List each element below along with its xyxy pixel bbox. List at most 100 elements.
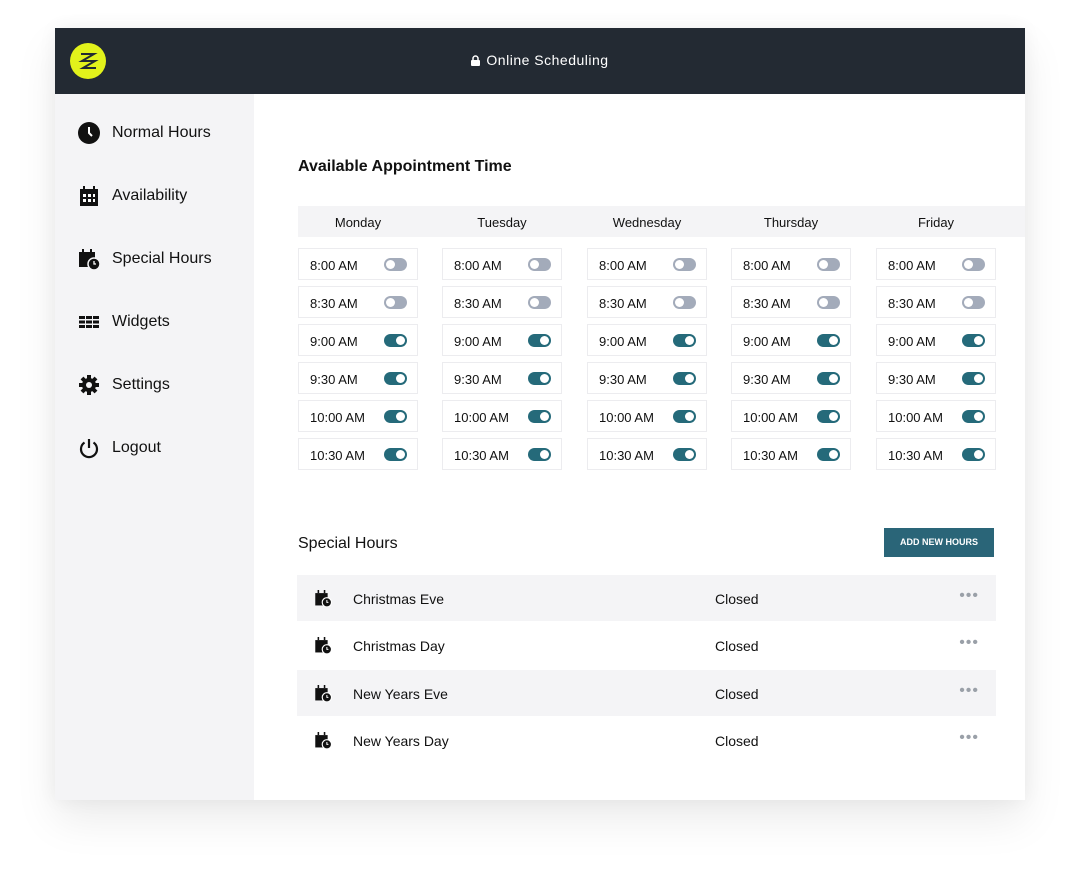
slot-toggle[interactable] xyxy=(384,372,407,385)
time-slot: 8:00 AM xyxy=(298,248,418,280)
time-slot: 10:30 AM xyxy=(731,438,851,470)
slot-toggle[interactable] xyxy=(817,258,840,271)
slot-time: 10:00 AM xyxy=(454,410,509,425)
more-options-icon[interactable]: ••• xyxy=(959,587,979,605)
slot-toggle[interactable] xyxy=(528,448,551,461)
special-hours-status: Closed xyxy=(715,638,759,654)
more-options-icon[interactable]: ••• xyxy=(959,729,979,747)
sidebar-item-settings[interactable]: Settings xyxy=(78,374,170,396)
slot-time: 10:30 AM xyxy=(743,448,798,463)
slot-toggle[interactable] xyxy=(528,258,551,271)
day-header: Tuesday xyxy=(477,215,527,230)
main-content: Available Appointment Time Monday Tuesday… xyxy=(254,94,1025,800)
time-slot: 9:30 AM xyxy=(876,362,996,394)
slot-toggle[interactable] xyxy=(817,334,840,347)
slot-time: 8:30 AM xyxy=(310,296,358,311)
slot-time: 9:00 AM xyxy=(599,334,647,349)
slot-time: 10:00 AM xyxy=(310,410,365,425)
header: Online Scheduling xyxy=(55,28,1025,94)
day-header: Wednesday xyxy=(612,215,682,230)
nav-label: Settings xyxy=(112,376,170,393)
special-hours-name: New Years Eve xyxy=(353,686,448,702)
app-title: Online Scheduling xyxy=(55,52,1025,69)
slot-toggle[interactable] xyxy=(673,334,696,347)
time-slot: 8:00 AM xyxy=(442,248,562,280)
slot-toggle[interactable] xyxy=(673,410,696,423)
lock-icon xyxy=(471,53,481,69)
slot-time: 8:30 AM xyxy=(454,296,502,311)
special-hours-name: New Years Day xyxy=(353,733,449,749)
slot-toggle[interactable] xyxy=(962,334,985,347)
day-header-row: Monday Tuesday Wednesday Thursday Friday xyxy=(298,206,1025,237)
calendar-clock-icon xyxy=(79,249,100,270)
slot-toggle[interactable] xyxy=(528,296,551,309)
time-slot: 8:00 AM xyxy=(876,248,996,280)
slot-time: 8:00 AM xyxy=(743,258,791,273)
slot-toggle[interactable] xyxy=(673,296,696,309)
nav-label: Normal Hours xyxy=(112,124,211,141)
slot-toggle[interactable] xyxy=(962,258,985,271)
slot-toggle[interactable] xyxy=(962,410,985,423)
slot-toggle[interactable] xyxy=(673,258,696,271)
slot-toggle[interactable] xyxy=(528,372,551,385)
clock-icon xyxy=(78,122,100,144)
nav-label: Availability xyxy=(112,187,188,204)
slot-time: 9:30 AM xyxy=(743,372,791,387)
nav-label: Logout xyxy=(112,439,161,456)
add-new-hours-button[interactable]: ADD NEW HOURS xyxy=(884,528,994,557)
slot-time: 10:30 AM xyxy=(310,448,365,463)
grid-icon xyxy=(79,316,99,328)
calendar-clock-icon xyxy=(315,637,332,654)
sidebar-item-special-hours[interactable]: Special Hours xyxy=(78,248,212,270)
sidebar-item-widgets[interactable]: Widgets xyxy=(78,311,170,333)
slot-toggle[interactable] xyxy=(962,372,985,385)
slot-toggle[interactable] xyxy=(962,448,985,461)
slot-toggle[interactable] xyxy=(673,448,696,461)
slot-toggle[interactable] xyxy=(384,410,407,423)
more-options-icon[interactable]: ••• xyxy=(959,634,979,652)
slot-time: 10:30 AM xyxy=(599,448,654,463)
time-slot: 8:00 AM xyxy=(587,248,707,280)
slot-toggle[interactable] xyxy=(384,296,407,309)
app-window: Online Scheduling Normal Hours Availabil… xyxy=(55,28,1025,800)
time-slot: 9:30 AM xyxy=(587,362,707,394)
slot-toggle[interactable] xyxy=(962,296,985,309)
time-slot: 8:30 AM xyxy=(442,286,562,318)
slot-time: 10:30 AM xyxy=(888,448,943,463)
time-slot: 8:00 AM xyxy=(731,248,851,280)
time-slot: 10:30 AM xyxy=(442,438,562,470)
slot-time: 8:00 AM xyxy=(310,258,358,273)
time-slot: 9:00 AM xyxy=(298,324,418,356)
slot-toggle[interactable] xyxy=(817,372,840,385)
slot-time: 9:30 AM xyxy=(454,372,502,387)
slot-toggle[interactable] xyxy=(817,410,840,423)
sidebar-item-logout[interactable]: Logout xyxy=(78,437,161,459)
slot-toggle[interactable] xyxy=(528,334,551,347)
slot-time: 8:00 AM xyxy=(454,258,502,273)
slot-time: 10:00 AM xyxy=(888,410,943,425)
day-header: Friday xyxy=(917,215,955,230)
slot-toggle[interactable] xyxy=(384,448,407,461)
slot-toggle[interactable] xyxy=(384,258,407,271)
special-hours-status: Closed xyxy=(715,591,759,607)
time-slot: 9:30 AM xyxy=(442,362,562,394)
time-slot: 8:30 AM xyxy=(731,286,851,318)
slot-toggle[interactable] xyxy=(528,410,551,423)
slot-time: 8:00 AM xyxy=(888,258,936,273)
slot-toggle[interactable] xyxy=(817,448,840,461)
sidebar: Normal Hours Availability Special Hours … xyxy=(55,94,254,800)
special-hours-row: Christmas Eve Closed ••• xyxy=(297,575,996,621)
special-hours-row: New Years Day Closed ••• xyxy=(297,717,996,763)
power-icon xyxy=(79,439,99,459)
slot-time: 8:30 AM xyxy=(599,296,647,311)
slot-toggle[interactable] xyxy=(384,334,407,347)
slot-toggle[interactable] xyxy=(673,372,696,385)
title-text: Online Scheduling xyxy=(486,52,609,68)
sidebar-item-availability[interactable]: Availability xyxy=(78,185,187,207)
time-slot: 10:30 AM xyxy=(876,438,996,470)
slot-toggle[interactable] xyxy=(817,296,840,309)
time-slot: 9:00 AM xyxy=(876,324,996,356)
more-options-icon[interactable]: ••• xyxy=(959,682,979,700)
slot-time: 10:00 AM xyxy=(743,410,798,425)
sidebar-item-normal-hours[interactable]: Normal Hours xyxy=(78,122,211,144)
